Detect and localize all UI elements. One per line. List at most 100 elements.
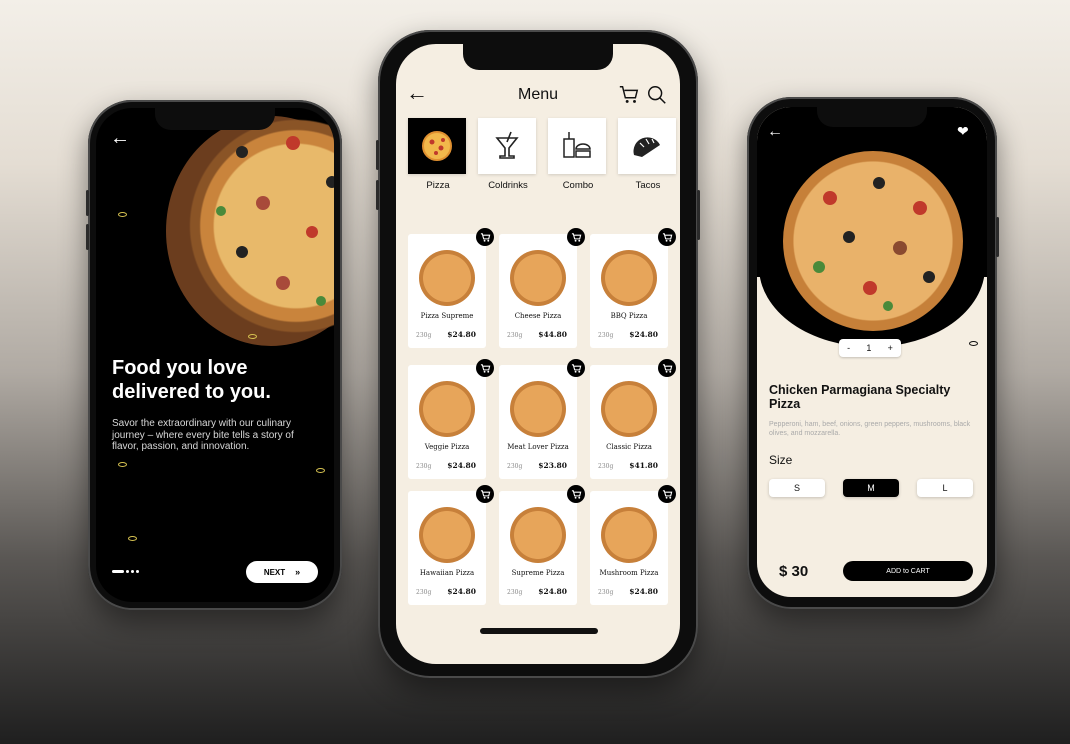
decorative-ring <box>248 334 257 339</box>
item-price: $24.80 <box>447 330 476 339</box>
item-name: Meat Lover Pizza <box>507 443 569 451</box>
item-weight: 230g <box>416 589 432 596</box>
menu-item-card[interactable]: Pizza Supreme 230g $24.80 <box>408 228 494 348</box>
menu-item-card[interactable]: Meat Lover Pizza 230g $23.80 <box>499 359 585 479</box>
pizza-image <box>419 381 475 437</box>
item-weight: 230g <box>507 463 523 470</box>
side-button <box>376 180 379 210</box>
onboarding-screen: ← Food you love delivered to you. Savor … <box>96 108 334 602</box>
menu-screen: ← Menu Pizza Coldrinks Combo Tacos Pizza… <box>396 44 680 664</box>
next-label: NEXT <box>263 567 286 577</box>
item-price: $24.80 <box>538 587 567 596</box>
pizza-image <box>510 381 566 437</box>
menu-header: ← Menu <box>396 82 680 112</box>
pizza-icon <box>422 131 452 161</box>
drink-icon <box>495 131 519 159</box>
category-coldrinks[interactable]: Coldrinks <box>478 118 538 191</box>
menu-phone: ← Menu Pizza Coldrinks Combo Tacos Pizza… <box>376 30 700 678</box>
add-to-cart-icon[interactable] <box>658 228 676 246</box>
menu-item-card[interactable]: Cheese Pizza 230g $44.80 <box>499 228 585 348</box>
menu-item-card[interactable]: Hawaiian Pizza 230g $24.80 <box>408 485 494 605</box>
onboarding-description: Savor the extraordinary with our culinar… <box>112 418 294 452</box>
menu-item-card[interactable]: Mushroom Pizza 230g $24.80 <box>590 485 676 605</box>
pizza-image <box>601 507 657 563</box>
size-s-button[interactable]: S <box>769 479 825 497</box>
menu-item-card[interactable]: Veggie Pizza 230g $24.80 <box>408 359 494 479</box>
back-arrow-icon[interactable]: ← <box>110 128 130 148</box>
home-indicator[interactable] <box>480 628 598 634</box>
add-to-cart-icon[interactable] <box>658 359 676 377</box>
item-name: Mushroom Pizza <box>599 569 659 577</box>
menu-item-card[interactable]: Supreme Pizza 230g $24.80 <box>499 485 585 605</box>
menu-item-card[interactable]: Classic Pizza 230g $41.80 <box>590 359 676 479</box>
item-price: $24.80 <box>447 461 476 470</box>
quantity-value: 1 <box>866 343 872 353</box>
pizza-image <box>783 151 963 331</box>
onboarding-title: Food you love delivered to you. <box>112 357 271 403</box>
item-weight: 230g <box>598 589 614 596</box>
decorative-ring <box>969 341 978 346</box>
category-label: Pizza <box>426 180 450 191</box>
cart-icon[interactable] <box>618 84 640 106</box>
decorative-ring <box>118 212 127 217</box>
product-title: Chicken Parmagiana Specialty Pizza <box>769 383 951 411</box>
item-weight: 230g <box>507 589 523 596</box>
menu-item-card[interactable]: BBQ Pizza 230g $24.80 <box>590 228 676 348</box>
add-to-cart-icon[interactable] <box>567 228 585 246</box>
add-to-cart-button[interactable]: ADD to CART <box>843 561 973 581</box>
back-arrow-icon[interactable]: ← <box>767 123 783 141</box>
item-weight: 230g <box>598 463 614 470</box>
side-button <box>86 224 89 250</box>
pizza-image <box>510 250 566 306</box>
pizza-image <box>419 250 475 306</box>
pizza-image <box>601 381 657 437</box>
item-price: $24.80 <box>629 587 658 596</box>
increase-button[interactable]: + <box>888 343 893 353</box>
category-bar: Pizza Coldrinks Combo Tacos <box>408 118 680 198</box>
double-chevron-right-icon: » <box>295 567 301 577</box>
item-price: $44.80 <box>538 330 567 339</box>
taco-icon <box>633 137 660 157</box>
add-to-cart-icon[interactable] <box>476 485 494 503</box>
decorative-ring <box>128 536 137 541</box>
item-name: Hawaiian Pizza <box>419 569 475 577</box>
add-to-cart-icon[interactable] <box>567 359 585 377</box>
price: $ 30 <box>779 563 809 580</box>
page-indicator[interactable] <box>112 570 139 573</box>
category-combo[interactable]: Combo <box>548 118 608 191</box>
product-description: Pepperoni, ham, beef, onions, green pepp… <box>769 421 971 437</box>
side-button <box>86 190 89 216</box>
next-button[interactable]: NEXT » <box>246 561 318 583</box>
item-price: $41.80 <box>629 461 658 470</box>
onboarding-phone: ← Food you love delivered to you. Savor … <box>86 100 342 610</box>
notch <box>463 44 613 70</box>
quantity-stepper[interactable]: - 1 + <box>839 339 901 357</box>
category-label: Coldrinks <box>488 180 528 191</box>
item-name: Cheese Pizza <box>514 312 562 320</box>
side-button <box>376 140 379 170</box>
side-button <box>996 217 999 257</box>
size-m-button[interactable]: M <box>843 479 899 497</box>
item-price: $23.80 <box>538 461 567 470</box>
size-l-button[interactable]: L <box>917 479 973 497</box>
category-tacos[interactable]: Tacos <box>618 118 678 191</box>
pizza-image <box>419 507 475 563</box>
notch <box>817 107 927 127</box>
add-to-cart-icon[interactable] <box>476 359 494 377</box>
decorative-ring <box>316 468 325 473</box>
search-icon[interactable] <box>646 84 668 106</box>
decrease-button[interactable]: - <box>847 343 850 353</box>
item-name: Supreme Pizza <box>511 569 565 577</box>
item-price: $24.80 <box>447 587 476 596</box>
category-pizza[interactable]: Pizza <box>408 118 468 191</box>
heart-icon[interactable]: ❤ <box>957 123 969 140</box>
decorative-ring <box>118 462 127 467</box>
add-to-cart-icon[interactable] <box>658 485 676 503</box>
category-label: Tacos <box>635 180 661 191</box>
item-weight: 230g <box>416 463 432 470</box>
item-weight: 230g <box>598 332 614 339</box>
item-name: BBQ Pizza <box>610 312 648 320</box>
add-to-cart-icon[interactable] <box>567 485 585 503</box>
item-name: Classic Pizza <box>606 443 652 451</box>
add-to-cart-icon[interactable] <box>476 228 494 246</box>
